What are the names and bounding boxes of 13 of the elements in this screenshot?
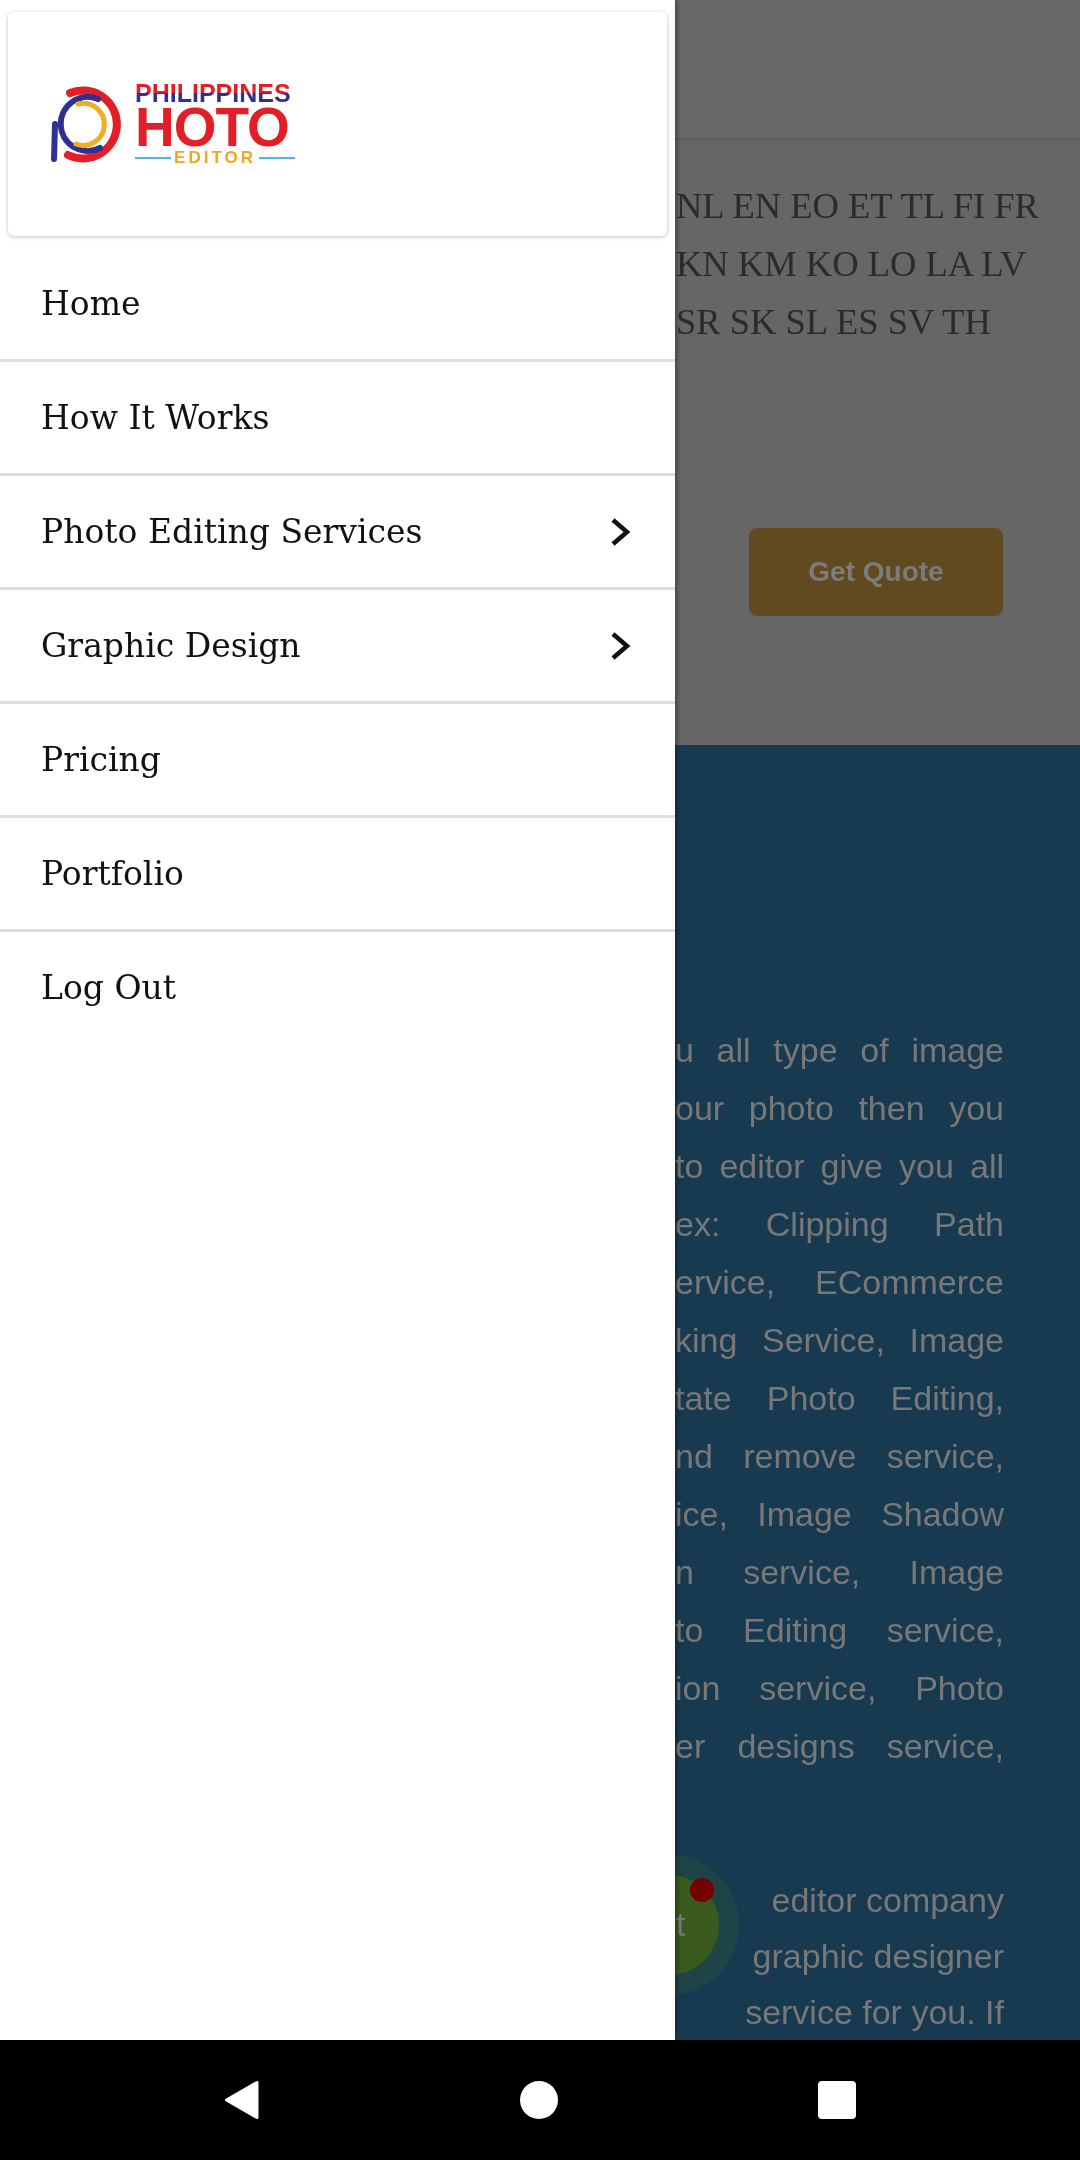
menu-item[interactable]: Portfolio (0, 818, 675, 929)
menu-item[interactable]: Photo Editing Services (0, 476, 675, 587)
menu-item[interactable]: Graphic Design (0, 590, 675, 701)
menu-item[interactable]: Pricing (0, 704, 675, 815)
home-icon[interactable] (520, 2081, 558, 2119)
menu-item[interactable]: Home (0, 248, 675, 359)
body-paragraph: editor company graphic designer service for you. If (744, 1880, 1004, 2033)
logo-wordmark: HOTO (135, 105, 289, 149)
menu-item[interactable]: How It Works (0, 362, 675, 473)
logo-subtitle: EDITOR (174, 149, 256, 167)
menu-item[interactable]: Log Out (0, 932, 675, 1043)
back-icon[interactable] (224, 2080, 260, 2120)
body-paragraph: u all type of image our photo then you to editor give you all ex: Clipping Path ervice, ECommerce king Service, Image tate Photo Editing, nd remove service, ice, Image Shadow n service, Image to Editing service, ion service, Photo er designs service, (675, 1030, 1004, 1767)
